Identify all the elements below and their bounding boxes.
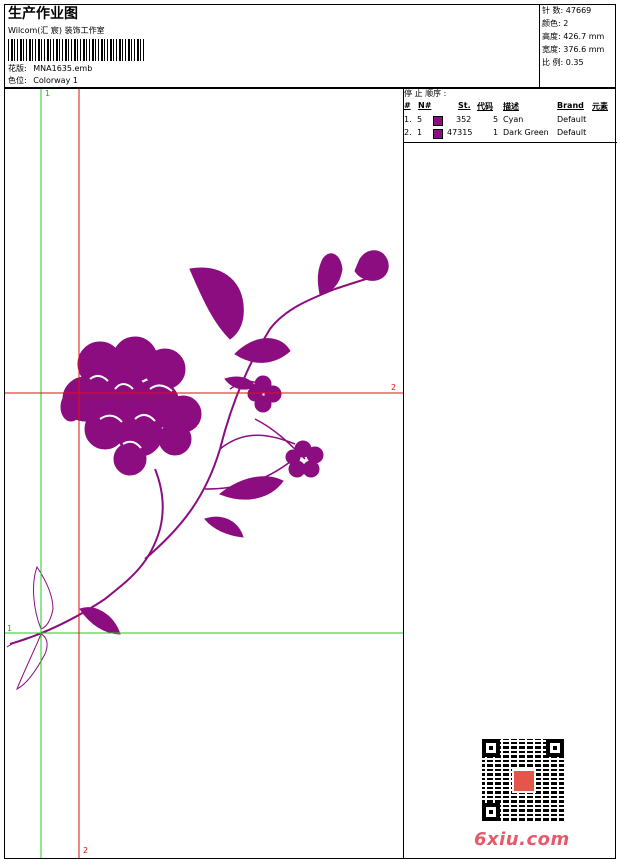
color-swatch xyxy=(433,116,443,126)
table-row: 1. 5 352 5 Cyan Default xyxy=(404,115,617,127)
row-brand: Default xyxy=(557,115,587,124)
leaf-bottom xyxy=(79,607,121,635)
table-divider xyxy=(404,142,617,143)
stop-sequence-title: 停 止 顺序 : xyxy=(404,89,447,98)
color-sequence-panel: 停 止 顺序 : # N# St. 代码 描述 Brand 元素 1. 5 35… xyxy=(403,88,617,859)
stat-scale: 比 例: 0.35 xyxy=(542,58,584,67)
qr-finder xyxy=(482,803,500,821)
stat-width: 宽度: 376.6 mm xyxy=(542,45,605,54)
qr-finder xyxy=(546,739,564,757)
row-code: 1 xyxy=(493,128,499,137)
guide-label-v-bottom: 2 xyxy=(83,846,89,855)
color-swatch xyxy=(433,129,443,139)
page-title: 生产作业图 xyxy=(8,6,78,22)
row-needle: 5 xyxy=(417,115,423,124)
row-brand: Default xyxy=(557,128,587,137)
col-description: 描述 xyxy=(503,102,519,111)
embroidery-preview xyxy=(5,89,403,858)
row-description: Cyan xyxy=(503,115,524,124)
row-index: 2. xyxy=(404,128,412,137)
row-description: Dark Green xyxy=(503,128,549,137)
row-needle: 1 xyxy=(417,128,423,137)
col-code: 代码 xyxy=(477,102,493,111)
branch-stem-1 xyxy=(219,434,296,450)
studio-name: Wilcom(汇 宸) 装饰工作室 xyxy=(8,26,105,35)
design-file-label: 花版: xyxy=(8,64,27,73)
header-box: 生产作业图 Wilcom(汇 宸) 装饰工作室 花版: MNA1635.emb … xyxy=(4,4,540,88)
stat-stitches: 针 数: 47669 xyxy=(542,6,592,15)
guide-label-h-left: 1 xyxy=(7,624,13,633)
stop-sequence-header: # N# St. 代码 描述 Brand 元素 xyxy=(404,101,617,112)
peony-flower xyxy=(60,336,202,476)
col-index: # xyxy=(404,101,411,110)
qr-code xyxy=(482,739,564,821)
table-row: 2. 1 47315 1 Dark Green Default xyxy=(404,128,617,140)
guide-label-v-top: 1 xyxy=(45,89,51,98)
colorway-row: 色位: Colorway 1 xyxy=(8,76,78,86)
guide-label-h-right: 2 xyxy=(391,383,397,392)
row-stitches: 47315 xyxy=(447,128,473,137)
leaf-right-mid xyxy=(224,376,256,390)
bud-top-right xyxy=(354,250,389,281)
leaf-lower-1 xyxy=(219,476,284,500)
row-code: 5 xyxy=(493,115,499,124)
col-needle: N# xyxy=(418,101,432,110)
col-brand: Brand xyxy=(557,101,584,110)
design-file-name: MNA1635.emb xyxy=(33,64,93,73)
barcode xyxy=(8,39,146,61)
stats-box: 针 数: 47669 颜色: 2 高度: 426.7 mm 宽度: 376.6 … xyxy=(539,4,616,88)
outline-leaf-upper xyxy=(33,565,54,630)
col-stitches: St. xyxy=(458,101,471,110)
row-stitches: 352 xyxy=(456,115,472,124)
colorway-label: 色位: xyxy=(8,76,27,85)
stats-list: 针 数: 47669 颜色: 2 高度: 426.7 mm 宽度: 376.6 … xyxy=(542,6,604,71)
outline-leaf-lower xyxy=(16,633,48,691)
design-canvas: 1 2 1 2 xyxy=(4,88,404,859)
col-element: 元素 xyxy=(592,102,608,111)
stat-colors: 颜色: 2 xyxy=(542,19,569,28)
leaf-top xyxy=(189,267,244,340)
watermark: 6xiu.com xyxy=(474,829,570,850)
qr-finder xyxy=(482,739,500,757)
seal-stamp xyxy=(512,769,536,793)
leaf-lower-2 xyxy=(204,516,244,538)
colorway-name: Colorway 1 xyxy=(33,76,78,85)
leaf-right-upper xyxy=(234,338,291,363)
design-file-row: 花版: MNA1635.emb xyxy=(8,64,92,74)
row-index: 1. xyxy=(404,115,412,124)
stat-height: 高度: 426.7 mm xyxy=(542,32,605,41)
